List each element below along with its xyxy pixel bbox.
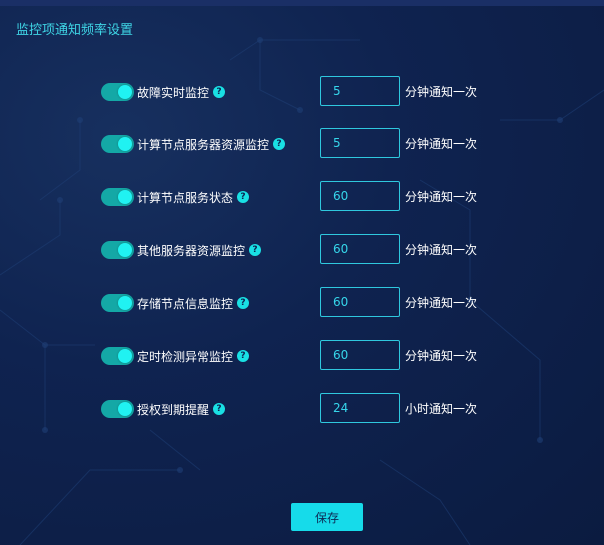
unit-label: 分钟通知一次	[405, 190, 478, 204]
setting-row-compute-node-resources: 计算节点服务器资源监控 ? 分钟通知一次	[0, 128, 604, 160]
frequency-input[interactable]	[320, 181, 400, 211]
setting-label-group: 定时检测异常监控 ?	[137, 340, 250, 372]
setting-row-scheduled-anomaly-check: 定时检测异常监控 ? 分钟通知一次	[0, 340, 604, 372]
setting-label-group: 计算节点服务器资源监控 ?	[137, 128, 286, 160]
frequency-input[interactable]	[320, 76, 400, 106]
question-circle-icon[interactable]: ?	[237, 191, 250, 203]
setting-label: 定时检测异常监控	[137, 349, 234, 364]
unit-label: 分钟通知一次	[405, 243, 478, 257]
setting-label: 授权到期提醒	[137, 402, 210, 417]
toggle-switch[interactable]	[101, 400, 134, 418]
unit-label: 分钟通知一次	[405, 296, 478, 310]
question-circle-icon[interactable]: ?	[249, 244, 262, 256]
setting-row-license-expiry: 授权到期提醒 ? 小时通知一次	[0, 393, 604, 425]
toggle-knob	[118, 85, 132, 99]
setting-label: 计算节点服务器资源监控	[137, 137, 270, 152]
setting-row-compute-node-service: 计算节点服务状态 ? 分钟通知一次	[0, 181, 604, 213]
question-circle-icon[interactable]: ?	[213, 86, 226, 98]
toggle-knob	[118, 349, 132, 363]
question-circle-icon[interactable]: ?	[237, 297, 250, 309]
question-circle-icon[interactable]: ?	[273, 138, 286, 150]
question-circle-icon[interactable]: ?	[237, 350, 250, 362]
toggle-knob	[118, 243, 132, 257]
question-circle-icon[interactable]: ?	[213, 403, 226, 415]
setting-label-group: 存储节点信息监控 ?	[137, 287, 250, 319]
unit-label: 小时通知一次	[405, 402, 478, 416]
top-bar	[0, 0, 604, 6]
frequency-input[interactable]	[320, 340, 400, 370]
setting-label-group: 授权到期提醒 ?	[137, 393, 226, 425]
toggle-knob	[118, 137, 132, 151]
frequency-input[interactable]	[320, 128, 400, 158]
unit-label: 分钟通知一次	[405, 85, 478, 99]
setting-label: 其他服务器资源监控	[137, 243, 246, 258]
setting-row-fault-monitor: 故障实时监控 ? 分钟通知一次	[0, 76, 604, 108]
setting-label: 故障实时监控	[137, 85, 210, 100]
toggle-knob	[118, 190, 132, 204]
toggle-switch[interactable]	[101, 188, 134, 206]
setting-label: 存储节点信息监控	[137, 296, 234, 311]
toggle-switch[interactable]	[101, 347, 134, 365]
toggle-knob	[118, 402, 132, 416]
page-title: 监控项通知频率设置	[16, 23, 134, 38]
setting-label-group: 计算节点服务状态 ?	[137, 181, 250, 213]
frequency-input[interactable]	[320, 287, 400, 317]
setting-label-group: 其他服务器资源监控 ?	[137, 234, 262, 266]
toggle-switch[interactable]	[101, 294, 134, 312]
setting-label-group: 故障实时监控 ?	[137, 76, 226, 108]
save-button[interactable]: 保存	[291, 503, 363, 531]
setting-row-other-server-resources: 其他服务器资源监控 ? 分钟通知一次	[0, 234, 604, 266]
setting-label: 计算节点服务状态	[137, 190, 234, 205]
setting-row-storage-node-info: 存储节点信息监控 ? 分钟通知一次	[0, 287, 604, 319]
unit-label: 分钟通知一次	[405, 349, 478, 363]
frequency-input[interactable]	[320, 234, 400, 264]
frequency-input[interactable]	[320, 393, 400, 423]
toggle-knob	[118, 296, 132, 310]
toggle-switch[interactable]	[101, 83, 134, 101]
toggle-switch[interactable]	[101, 135, 134, 153]
toggle-switch[interactable]	[101, 241, 134, 259]
unit-label: 分钟通知一次	[405, 137, 478, 151]
